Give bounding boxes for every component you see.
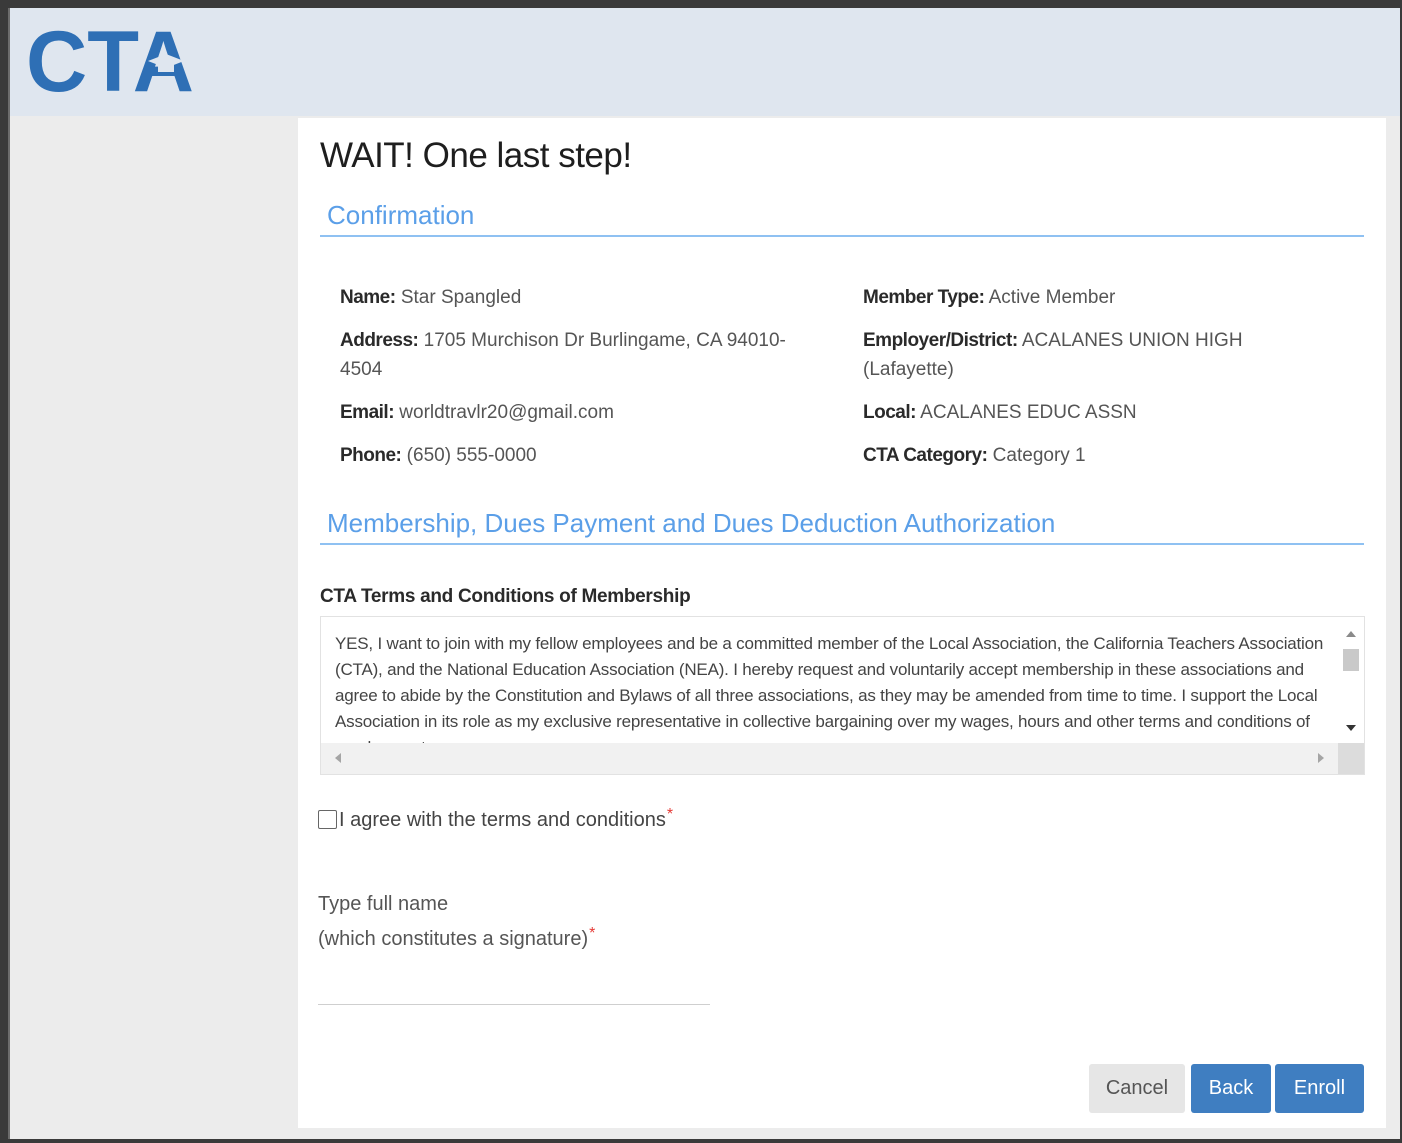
enrollment-panel: WAIT! One last step! Confirmation Name: … [298, 118, 1386, 1128]
agree-terms-row[interactable]: I agree with the terms and conditions* [318, 806, 673, 832]
detail-label: Member Type: [863, 287, 985, 308]
required-marker: * [589, 925, 596, 942]
browser-frame: CTA WAIT! One last step! Confirmation Na… [8, 8, 1400, 1139]
detail-phone: Phone: (650) 555-0000 [340, 441, 810, 470]
cancel-button[interactable]: Cancel [1089, 1064, 1185, 1113]
scrollbar-corner [1338, 743, 1364, 774]
page-title: WAIT! One last step! [320, 136, 632, 175]
detail-value: ACALANES EDUC ASSN [915, 402, 1137, 423]
scroll-down-icon[interactable] [1346, 725, 1356, 731]
detail-label: Name: [340, 287, 396, 308]
detail-address: Address: 1705 Murchison Dr Burlingame, C… [340, 326, 810, 384]
detail-label: Address: [340, 330, 419, 351]
detail-label: Employer/District: [863, 330, 1018, 351]
signature-label-line2-text: (which constitutes a signature) [318, 928, 589, 950]
detail-email: Email: worldtravlr20@gmail.com [340, 398, 810, 427]
detail-value: Star Spangled [395, 287, 522, 308]
details-right-column: Member Type: Active Member Employer/Dist… [863, 283, 1293, 484]
detail-name: Name: Star Spangled [340, 283, 810, 312]
detail-value: worldtravlr20@gmail.com [394, 402, 614, 423]
detail-label: Email: [340, 402, 395, 423]
detail-label: CTA Category: [863, 445, 988, 466]
signature-label: Type full name (which constitutes a sign… [318, 890, 595, 954]
confirmation-heading: Confirmation [320, 200, 1364, 237]
detail-member-type: Member Type: Active Member [863, 283, 1293, 312]
scroll-right-icon[interactable] [1318, 753, 1324, 763]
horizontal-scrollbar[interactable] [321, 743, 1364, 774]
agree-terms-checkbox[interactable] [318, 810, 337, 829]
scroll-up-icon[interactable] [1346, 631, 1356, 637]
detail-label: Phone: [340, 445, 402, 466]
cta-logo: CTA [26, 25, 194, 97]
detail-employer: Employer/District: ACALANES UNION HIGH (… [863, 326, 1293, 384]
detail-label: Local: [863, 402, 916, 423]
detail-value: (650) 555-0000 [401, 445, 537, 466]
agree-terms-label: I agree with the terms and conditions [339, 809, 666, 831]
membership-heading: Membership, Dues Payment and Dues Deduct… [320, 508, 1364, 545]
vertical-scrollbar[interactable] [1338, 617, 1364, 743]
signature-input[interactable] [318, 968, 710, 1005]
signature-label-line2: (which constitutes a signature)* [318, 919, 595, 954]
back-button[interactable]: Back [1191, 1064, 1271, 1113]
detail-local: Local: ACALANES EDUC ASSN [863, 398, 1293, 427]
scroll-left-icon[interactable] [335, 753, 341, 763]
terms-heading: CTA Terms and Conditions of Membership [320, 586, 691, 607]
required-marker: * [666, 806, 674, 823]
confirmation-details: Name: Star Spangled Address: 1705 Murchi… [340, 283, 1340, 483]
detail-value: Active Member [984, 287, 1116, 308]
detail-cta-category: CTA Category: Category 1 [863, 441, 1293, 470]
site-header: CTA [10, 8, 1400, 116]
details-left-column: Name: Star Spangled Address: 1705 Murchi… [340, 283, 810, 484]
terms-textarea[interactable]: YES, I want to join with my fellow emplo… [320, 616, 1365, 775]
enroll-button[interactable]: Enroll [1275, 1064, 1364, 1113]
detail-value: Category 1 [987, 445, 1086, 466]
signature-label-line1: Type full name [318, 893, 449, 915]
terms-text: YES, I want to join with my fellow emplo… [335, 634, 1324, 743]
scrollbar-thumb[interactable] [1343, 649, 1359, 671]
